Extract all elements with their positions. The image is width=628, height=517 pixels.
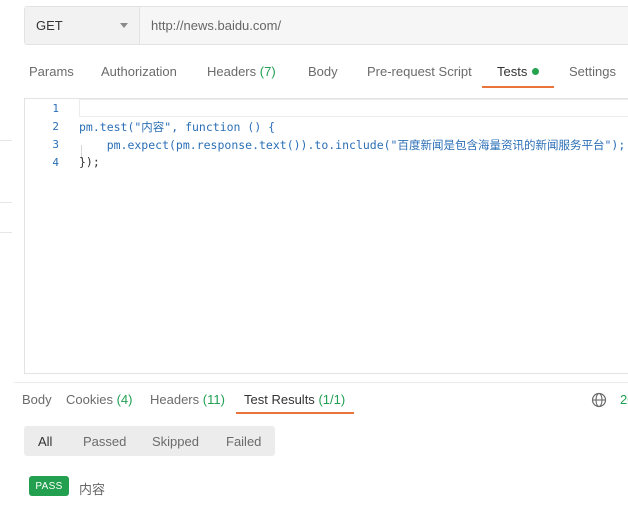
gutter-divider [0, 140, 12, 141]
tab-label: Headers [207, 64, 257, 79]
url-input[interactable] [140, 7, 628, 44]
tab-label: Test Results [244, 392, 315, 407]
tab-settings[interactable]: Settings [569, 64, 616, 79]
tests-code-editor[interactable]: 1 2 3 4 pm.test("内容", function () { pm.e… [24, 98, 628, 374]
filter-failed[interactable]: Failed [226, 434, 261, 449]
tab-pre-request-script[interactable]: Pre-request Script [367, 64, 472, 79]
tab-count: (7) [259, 64, 276, 79]
tab-authorization[interactable]: Authorization [101, 64, 177, 79]
response-tab-headers[interactable]: Headers (11) [150, 392, 225, 407]
response-status: 20 [620, 392, 628, 407]
status-dot-icon [532, 68, 540, 75]
tab-label: Tests [497, 64, 528, 79]
tab-label: Body [308, 64, 338, 79]
tab-label: Pre-request Script [367, 64, 472, 79]
result-filter: All Passed Skipped Failed [24, 426, 275, 456]
request-url-bar: GET [24, 6, 628, 45]
tab-label: Body [22, 392, 52, 407]
active-line-highlight [79, 99, 628, 117]
line-number: 3 [52, 138, 59, 151]
code-line-text: }); [79, 155, 100, 169]
response-tab-cookies[interactable]: Cookies (4) [66, 392, 132, 407]
active-tab-indicator [236, 412, 354, 414]
code-line-text: pm.test("内容", function () { [79, 120, 276, 134]
filter-passed[interactable]: Passed [83, 434, 126, 449]
tab-count: (4) [116, 392, 133, 407]
line-number: 2 [52, 120, 59, 133]
request-tabs: Params Authorization Headers (7) Body Pr… [22, 58, 628, 88]
pass-badge: PASS [29, 476, 69, 496]
tab-tests[interactable]: Tests [497, 64, 540, 79]
globe-icon[interactable] [591, 392, 607, 408]
response-tab-test-results[interactable]: Test Results (1/1) [244, 392, 345, 407]
code-line-text: pm.expect(pm.response.text()).to.include… [79, 138, 626, 152]
method-select[interactable]: GET [25, 7, 140, 44]
tab-count: (1/1) [318, 392, 346, 407]
tab-label: Params [29, 64, 74, 79]
filter-skipped[interactable]: Skipped [152, 434, 199, 449]
filter-all[interactable]: All [38, 434, 52, 449]
response-tab-body[interactable]: Body [22, 392, 52, 407]
line-number: 1 [52, 102, 59, 115]
response-divider [14, 382, 628, 383]
line-number: 4 [52, 156, 59, 169]
tab-body[interactable]: Body [308, 64, 338, 79]
tab-label: Headers [150, 392, 200, 407]
tab-params[interactable]: Params [29, 64, 74, 79]
gutter-divider [0, 202, 12, 203]
tab-count: (11) [202, 392, 225, 407]
tab-label: Cookies [66, 392, 113, 407]
method-label: GET [36, 18, 63, 33]
tab-label: Authorization [101, 64, 177, 79]
active-tab-indicator [482, 86, 554, 88]
tab-headers[interactable]: Headers (7) [207, 64, 276, 79]
code-line: pm.test("内容", function () { [79, 119, 275, 135]
code-line: }); [79, 155, 100, 169]
chevron-down-icon [120, 23, 128, 28]
tab-label: Settings [569, 64, 616, 79]
test-result-name: 内容 [79, 482, 106, 497]
code-line: pm.expect(pm.response.text()).to.include… [79, 137, 626, 153]
gutter-divider [0, 232, 12, 233]
